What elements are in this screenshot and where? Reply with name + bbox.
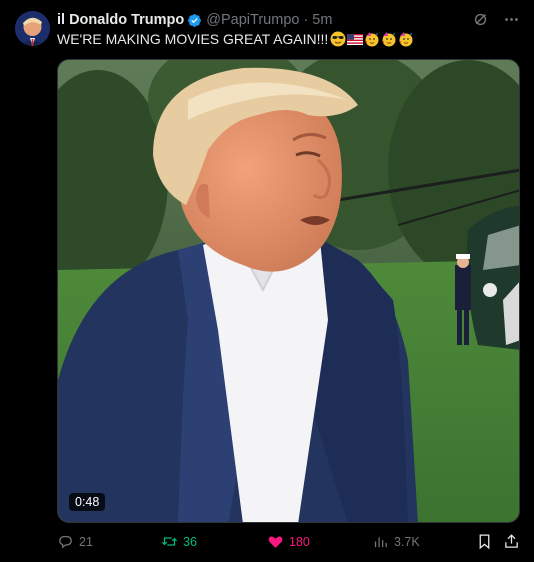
partying-face-emoji [364,31,380,47]
video-frame [58,60,519,522]
bookmark-button[interactable] [476,533,493,550]
more-icon[interactable] [503,11,520,28]
tweet-actions: 21 36 180 3.7K [57,533,527,553]
heart-icon [268,536,283,548]
reply-count: 21 [79,534,93,549]
like-button[interactable]: 180 [267,533,310,550]
repost-count: 36 [183,534,197,549]
handle[interactable]: @PapiTrumpo [206,12,299,28]
video-player[interactable]: 0:48 [57,59,520,523]
share-icon [505,534,518,548]
us-flag-emoji [347,31,364,47]
tweet[interactable]: il Donaldo Trumpo @PapiTrumpo · 5m WE'RE… [0,0,534,562]
partying-face-emoji [398,31,414,47]
grok-icon[interactable] [472,11,489,28]
tweet-emojis [330,31,414,47]
sunglasses-face-emoji [330,31,346,47]
reply-icon [59,535,72,549]
tweet-top-actions [472,11,520,28]
view-count: 3.7K [394,534,420,549]
video-duration: 0:48 [69,493,106,511]
verified-badge-icon [187,13,202,28]
timestamp[interactable]: 5m [312,12,332,28]
separator-dot: · [303,12,309,28]
share-button[interactable] [503,533,520,550]
tweet-text-body: WE'RE MAKING MOVIES GREAT AGAIN!!! [57,31,329,47]
like-count: 180 [289,534,310,549]
partying-face-emoji [381,31,397,47]
tweet-text: WE'RE MAKING MOVIES GREAT AGAIN!!! [57,31,414,47]
repost-icon [161,537,178,546]
avatar[interactable] [15,11,50,46]
display-name[interactable]: il Donaldo Trumpo [57,12,184,28]
tweet-header: il Donaldo Trumpo @PapiTrumpo · 5m [57,11,332,29]
analytics-icon [374,537,387,548]
reply-button[interactable]: 21 [57,533,93,550]
repost-button[interactable]: 36 [161,533,197,550]
bookmark-icon [479,534,490,550]
views-button[interactable]: 3.7K [372,533,420,550]
